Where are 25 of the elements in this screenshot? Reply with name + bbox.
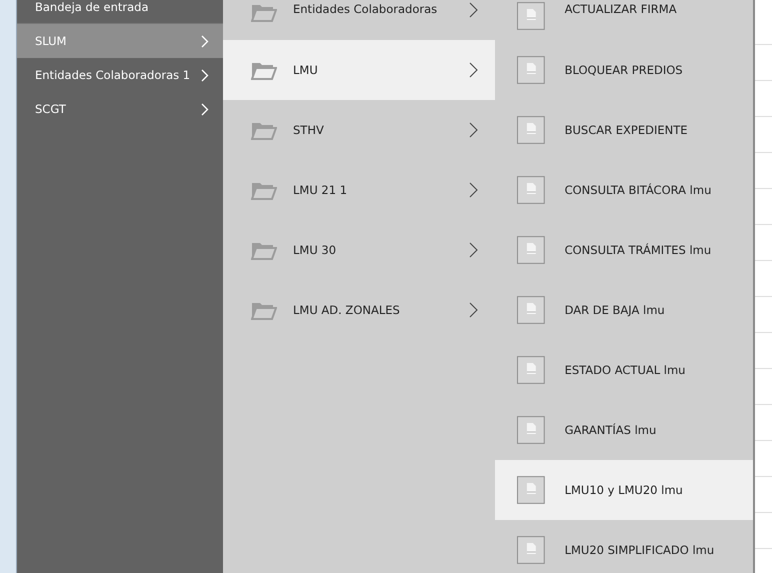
folder-icon [251, 240, 277, 260]
document-icon [517, 2, 545, 30]
folder-icon [251, 300, 277, 320]
chevron-icon [469, 122, 478, 138]
folder-icon [251, 2, 277, 22]
form-item[interactable]: LMU10 y LMU20 lmu [495, 460, 753, 520]
document-icon [517, 176, 545, 204]
document-icon [517, 56, 545, 84]
document-icon [517, 116, 545, 144]
document-icon [517, 296, 545, 324]
document-icon [517, 416, 545, 444]
document-icon [517, 356, 545, 384]
chevron-icon [469, 302, 478, 318]
folder-icon [251, 120, 277, 140]
document-icon [517, 476, 545, 504]
chevron-icon [469, 182, 478, 198]
chevron-icon [469, 62, 478, 78]
document-icon [517, 236, 545, 264]
folder-icon [251, 60, 277, 80]
chevron-icon [469, 2, 478, 18]
document-icon [517, 536, 545, 564]
chevron-icon [469, 242, 478, 258]
folder-icon [251, 180, 277, 200]
folder-item[interactable]: LMU [223, 40, 495, 100]
sidebar-item[interactable]: Bandeja de entrada [17, 0, 223, 24]
